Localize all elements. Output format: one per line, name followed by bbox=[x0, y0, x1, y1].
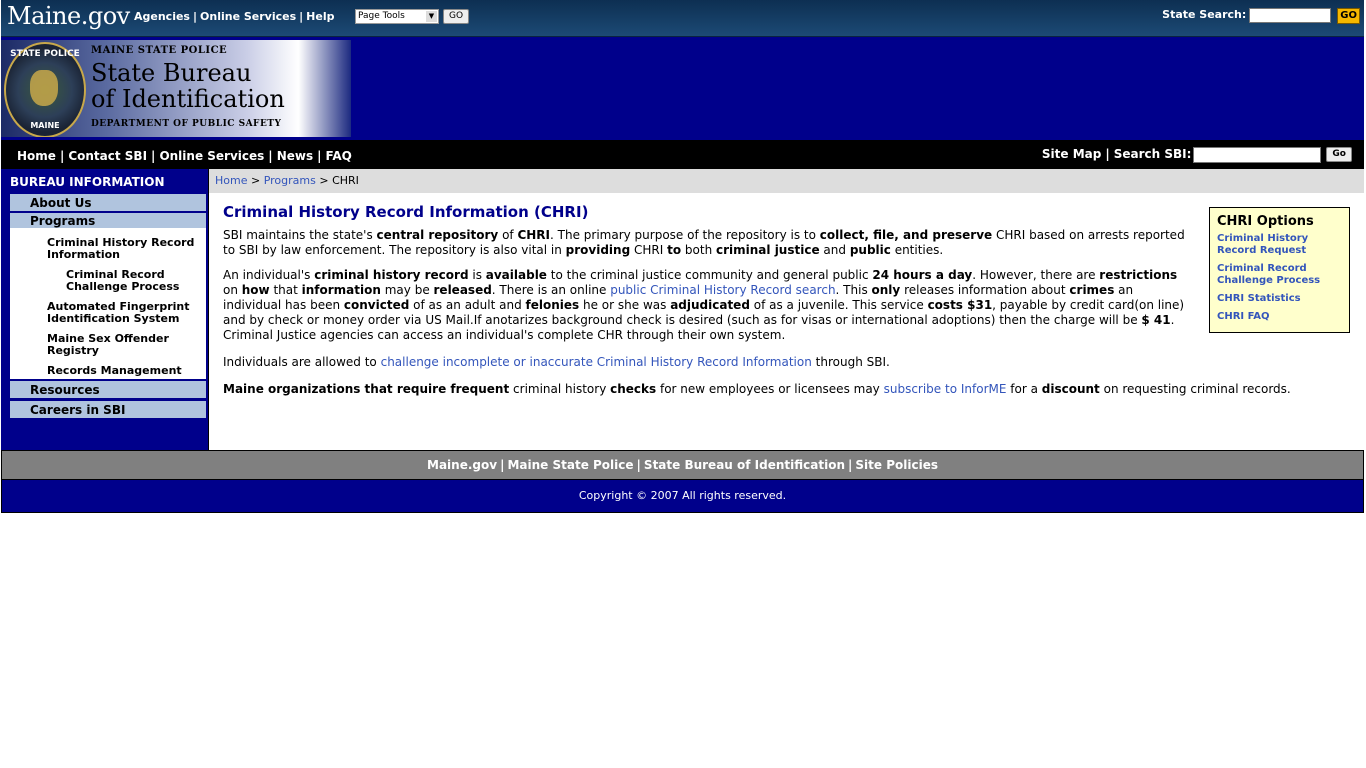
sidebar-item-sex-offender[interactable]: Maine Sex Offender Registry bbox=[47, 333, 202, 357]
article: Criminal History Record Information (CHR… bbox=[223, 203, 1291, 403]
state-search: State Search: GO bbox=[1162, 8, 1360, 24]
nav-home-link[interactable]: Home bbox=[17, 149, 56, 163]
page: Maine.gov Agencies | Online Services | Help … bbox=[1, 0, 1364, 513]
breadcrumb-current: CHRI bbox=[332, 174, 359, 187]
sbi-search: Site Map | Search SBI: Go bbox=[1042, 147, 1352, 163]
challenge-chri-link[interactable]: challenge incomplete or inaccurate Crimi… bbox=[381, 355, 812, 369]
chri-options-title: CHRI Options bbox=[1217, 214, 1314, 229]
page-tools-go-button[interactable]: GO bbox=[443, 9, 470, 24]
option-record-request-link[interactable]: Criminal History Record Request bbox=[1217, 233, 1342, 257]
sidebar-item-programs[interactable]: Programs bbox=[10, 213, 206, 229]
sidebar-item-records[interactable]: Records Management bbox=[47, 365, 202, 377]
paragraph-2: An individual's criminal history record … bbox=[223, 268, 1185, 342]
page-tools-select[interactable]: Page Tools ▼ bbox=[355, 9, 439, 24]
main: BUREAU INFORMATION About Us Programs Cri… bbox=[1, 169, 1364, 451]
sidebar-item-afis[interactable]: Automated Fingerprint Identification Sys… bbox=[47, 301, 202, 325]
option-challenge-process-link[interactable]: Criminal Record Challenge Process bbox=[1217, 263, 1342, 287]
paragraph-1: SBI maintains the state's central reposi… bbox=[223, 228, 1185, 257]
state-search-input[interactable] bbox=[1249, 8, 1332, 23]
online-services-link[interactable]: Online Services bbox=[200, 10, 296, 23]
footer-sbi-link[interactable]: State Bureau of Identification bbox=[644, 458, 845, 472]
state-search-go-button[interactable]: GO bbox=[1337, 8, 1360, 24]
page-title: Criminal History Record Information (CHR… bbox=[223, 203, 589, 221]
banner: STATE POLICE MAINE MAINE STATE POLICE St… bbox=[1, 37, 1364, 141]
agencies-link[interactable]: Agencies bbox=[134, 10, 190, 23]
paragraph-4: Maine organizations that require frequen… bbox=[223, 382, 1291, 396]
breadcrumb-programs[interactable]: Programs bbox=[264, 174, 316, 187]
page-tools: Page Tools ▼ GO bbox=[355, 9, 470, 24]
option-statistics-link[interactable]: CHRI Statistics bbox=[1217, 293, 1342, 305]
sbi-banner-image[interactable]: STATE POLICE MAINE MAINE STATE POLICE St… bbox=[1, 40, 351, 137]
sidebar-item-chri[interactable]: Criminal History Record Information bbox=[47, 237, 202, 261]
top-links: Agencies | Online Services | Help bbox=[134, 10, 335, 23]
site-map-link[interactable]: Site Map bbox=[1042, 147, 1101, 161]
banner-title-1: State Bureau bbox=[91, 59, 252, 87]
sidebar-heading: BUREAU INFORMATION bbox=[10, 175, 165, 189]
chevron-down-icon: ▼ bbox=[426, 11, 437, 22]
nav-links: Home | Contact SBI | Online Services | News | FA… bbox=[17, 149, 352, 163]
footer-maine-gov-link[interactable]: Maine.gov bbox=[427, 458, 497, 472]
banner-agency: MAINE STATE POLICE bbox=[91, 45, 228, 56]
nav-contact-link[interactable]: Contact SBI bbox=[68, 149, 147, 163]
subscribe-informe-link[interactable]: subscribe to InforME bbox=[884, 382, 1007, 396]
sidebar-item-resources[interactable]: Resources bbox=[10, 381, 206, 399]
sbi-search-go-button[interactable]: Go bbox=[1326, 147, 1352, 162]
breadcrumb-home[interactable]: Home bbox=[215, 174, 247, 187]
footer-msp-link[interactable]: Maine State Police bbox=[507, 458, 633, 472]
programs-submenu: Criminal History Record Information Crim… bbox=[10, 228, 206, 379]
sidebar-item-challenge[interactable]: Criminal Record Challenge Process bbox=[66, 269, 196, 293]
nav-bar: Home | Contact SBI | Online Services | News | FA… bbox=[1, 141, 1364, 169]
nav-news-link[interactable]: News bbox=[277, 149, 313, 163]
copyright: Copyright © 2007 All rights reserved. bbox=[1, 480, 1364, 513]
content: Home > Programs > CHRI Criminal History … bbox=[208, 169, 1364, 450]
sidebar: BUREAU INFORMATION About Us Programs Cri… bbox=[1, 169, 207, 450]
option-faq-link[interactable]: CHRI FAQ bbox=[1217, 311, 1342, 323]
footer-site-policies-link[interactable]: Site Policies bbox=[855, 458, 938, 472]
sbi-search-input[interactable] bbox=[1193, 147, 1322, 163]
sbi-search-label: Search SBI: bbox=[1113, 147, 1192, 161]
sidebar-item-careers[interactable]: Careers in SBI bbox=[10, 401, 206, 419]
top-bar: Maine.gov Agencies | Online Services | Help … bbox=[1, 0, 1364, 37]
nav-faq-link[interactable]: FAQ bbox=[326, 149, 352, 163]
footer-links: Maine.gov | Maine State Police | State Burea… bbox=[1, 451, 1364, 480]
public-chr-search-link[interactable]: public Criminal History Record search bbox=[610, 283, 835, 297]
paragraph-3: Individuals are allowed to challenge inc… bbox=[223, 355, 890, 369]
help-link[interactable]: Help bbox=[306, 10, 334, 23]
maine-gov-logo[interactable]: Maine.gov bbox=[7, 2, 130, 30]
sidebar-item-about[interactable]: About Us bbox=[10, 194, 206, 212]
banner-department: DEPARTMENT OF PUBLIC SAFETY bbox=[91, 119, 282, 129]
state-search-label: State Search: bbox=[1162, 8, 1247, 21]
state-police-seal-icon: STATE POLICE MAINE bbox=[4, 42, 86, 137]
banner-title-2: of Identification bbox=[91, 85, 285, 113]
nav-online-services-link[interactable]: Online Services bbox=[159, 149, 264, 163]
breadcrumb: Home > Programs > CHRI bbox=[209, 169, 1364, 193]
chri-options-box: CHRI Options Criminal History Record Req… bbox=[1209, 207, 1350, 333]
